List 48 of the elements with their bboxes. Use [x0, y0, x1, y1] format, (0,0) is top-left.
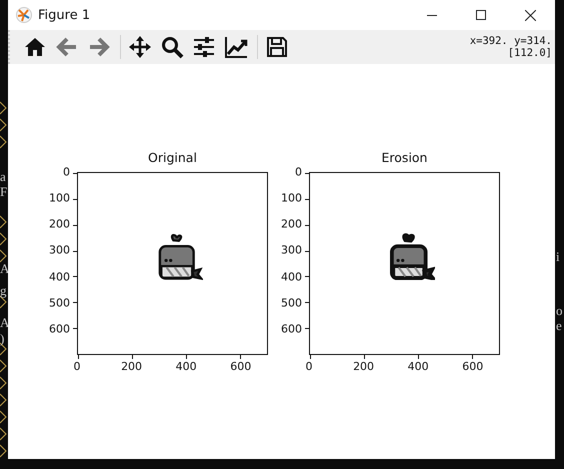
terminal-text: o [556, 304, 562, 318]
whale-drawing [158, 232, 203, 280]
terminal-text: i [556, 250, 560, 264]
axes-title: Original [148, 150, 197, 165]
tick-label: 100 [281, 192, 302, 205]
app-icon [16, 7, 32, 23]
zoom-icon[interactable] [160, 35, 184, 59]
tick-label: 200 [49, 218, 70, 231]
minimize-icon[interactable] [427, 14, 437, 16]
tick-label: 400 [281, 270, 302, 284]
tick-label: 600 [230, 360, 252, 373]
line-chart-icon[interactable] [224, 35, 248, 59]
terminal-text: ) [0, 332, 4, 346]
tick-label: 500 [281, 296, 302, 310]
sliders-icon[interactable] [192, 35, 216, 59]
tick-label: 0 [295, 166, 302, 178]
maximize-icon[interactable] [476, 10, 486, 20]
tick-label: 200 [281, 218, 302, 231]
tick-label: 0 [74, 360, 80, 373]
tick-label: 500 [49, 296, 70, 310]
tick-label: 600 [462, 360, 484, 373]
tick-label: 300 [281, 244, 302, 257]
close-icon[interactable] [525, 10, 536, 20]
terminal-text: A [0, 262, 10, 276]
save-icon[interactable] [265, 35, 289, 59]
tick-label: 100 [49, 192, 70, 205]
tick-label: 400 [408, 360, 429, 373]
tick-label: 300 [49, 244, 70, 257]
cursor-readout: x=392. y=314. [470, 35, 552, 47]
tick-label: 0 [306, 360, 312, 373]
tick-label: 200 [121, 360, 142, 373]
cursor-readout: [112.0] [508, 47, 552, 59]
whale-drawing [390, 232, 435, 280]
move-icon[interactable] [128, 35, 152, 59]
tick-label: 400 [49, 270, 70, 284]
terminal-text: e [556, 319, 562, 333]
tick-label: 600 [49, 322, 70, 336]
tick-label: 600 [281, 322, 302, 336]
tick-label: 400 [176, 360, 197, 373]
terminal-text: a [0, 170, 6, 184]
terminal-text: F [0, 185, 8, 199]
tick-label: 0 [63, 166, 70, 178]
home-icon[interactable] [23, 35, 47, 59]
tick-label: 200 [353, 360, 374, 373]
window-title: Figure 1 [38, 8, 90, 22]
terminal-text: A [0, 316, 10, 330]
axes-title: Erosion [382, 150, 428, 165]
terminal-text: g [0, 284, 6, 298]
